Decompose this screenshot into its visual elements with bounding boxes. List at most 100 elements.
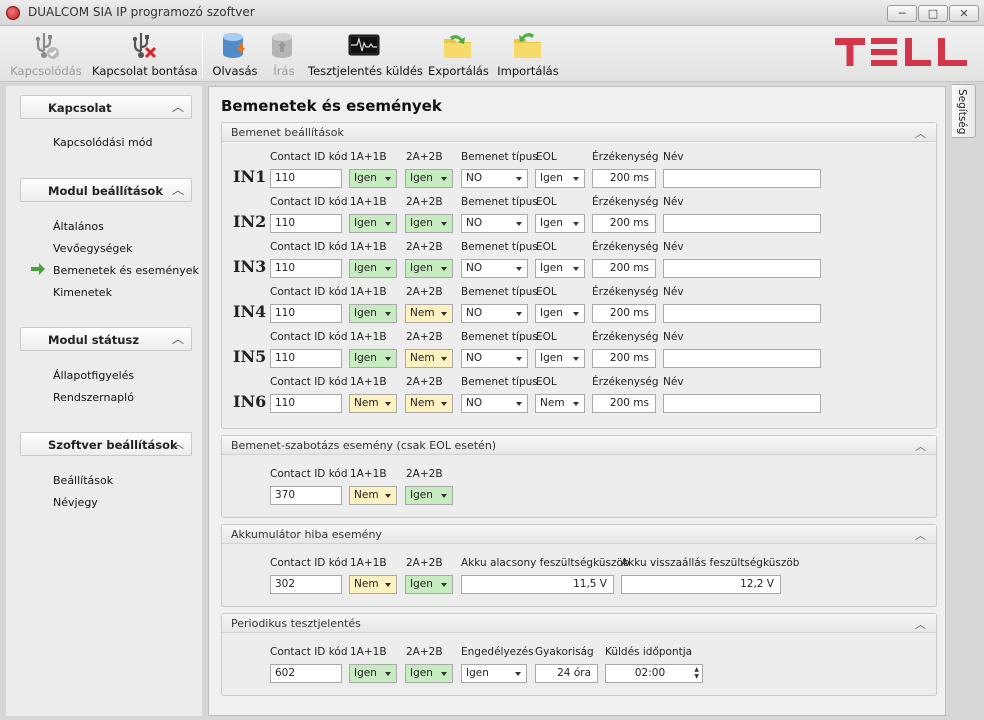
eol-select[interactable]: Nem xyxy=(535,394,585,413)
write-button[interactable]: Írás xyxy=(262,28,306,80)
input-type-select[interactable]: NO xyxy=(461,304,528,323)
contact-id-input[interactable]: 110 xyxy=(270,169,342,188)
eol-select[interactable]: Igen xyxy=(535,304,585,323)
help-tab[interactable]: Segítség xyxy=(952,84,976,138)
export-button[interactable]: Exportálás xyxy=(428,28,489,80)
sidebar-item-outputs[interactable]: Kimenetek xyxy=(53,286,112,299)
battery-2a2b-select[interactable]: Igen xyxy=(405,575,453,594)
periodic-time-input[interactable]: 02:00 ▲ ▼ xyxy=(605,664,703,683)
app-icon xyxy=(6,6,20,20)
sabotage-cid-input[interactable]: 370 xyxy=(270,486,342,505)
group-header[interactable]: Bemenet-szabotázs esemény (csak EOL eset… xyxy=(222,436,936,455)
input-type-select[interactable]: NO xyxy=(461,214,528,233)
2a2b-select[interactable]: Nem xyxy=(405,394,453,413)
sidebar-section-module-settings[interactable]: Modul beállítások ︿ xyxy=(20,178,192,202)
sensitivity-input[interactable]: 200 ms xyxy=(592,394,656,413)
battery-1a1b-select[interactable]: Nem xyxy=(349,575,397,594)
name-input[interactable] xyxy=(663,169,821,188)
input-type-select[interactable]: NO xyxy=(461,259,528,278)
name-input[interactable] xyxy=(663,214,821,233)
sabotage-1a1b-select[interactable]: Nem xyxy=(349,486,397,505)
sidebar-item-about[interactable]: Névjegy xyxy=(53,496,98,509)
2a2b-header: 2A+2B xyxy=(406,241,443,253)
frequency-label: Gyakoriság xyxy=(535,646,594,658)
test-report-button[interactable]: Tesztjelentés küldés xyxy=(308,28,423,80)
sidebar-item-status-monitor[interactable]: Állapotfigyelés xyxy=(53,369,134,382)
name-input[interactable] xyxy=(663,349,821,368)
1a1b-select[interactable]: Igen xyxy=(349,169,397,188)
2a2b-select[interactable]: Nem xyxy=(405,304,453,323)
group-header[interactable]: Bemenet beállítások ︿ xyxy=(222,123,936,142)
eol-select[interactable]: Igen xyxy=(535,259,585,278)
sidebar-item-inputs-events[interactable]: Bemenetek és események xyxy=(53,264,199,277)
eol-select[interactable]: Igen xyxy=(535,169,585,188)
group-header[interactable]: Periodikus tesztjelentés ︿ xyxy=(222,614,936,633)
spinner-icon[interactable]: ▲ ▼ xyxy=(694,666,699,680)
group-header[interactable]: Akkumulátor hiba esemény ︿ xyxy=(222,525,936,544)
sensitivity-input[interactable]: 200 ms xyxy=(592,169,656,188)
2a2b-select[interactable]: Igen xyxy=(405,214,453,233)
minimize-button[interactable]: ─ xyxy=(887,5,917,22)
eol-select[interactable]: Igen xyxy=(535,349,585,368)
sensitivity-input[interactable]: 200 ms xyxy=(592,349,656,368)
periodic-1a1b-select[interactable]: Igen xyxy=(349,664,397,683)
1a1b-select[interactable]: Igen xyxy=(349,214,397,233)
2a2b-header: 2A+2B xyxy=(406,151,443,163)
1a1b-select[interactable]: Igen xyxy=(349,349,397,368)
contact-id-input[interactable]: 110 xyxy=(270,214,342,233)
battery-cid-input[interactable]: 302 xyxy=(270,575,342,594)
1a1b-select[interactable]: Igen xyxy=(349,259,397,278)
sidebar-item-connection-mode[interactable]: Kapcsolódási mód xyxy=(53,136,152,149)
sensitivity-input[interactable]: 200 ms xyxy=(592,304,656,323)
input-type-header: Bemenet típus xyxy=(461,196,538,208)
2a2b-select[interactable]: Igen xyxy=(405,259,453,278)
sensitivity-input[interactable]: 200 ms xyxy=(592,259,656,278)
battery-low-threshold-input[interactable]: 11,5 V xyxy=(461,575,614,594)
sidebar-section-module-status[interactable]: Modul státusz ︿ xyxy=(20,327,192,351)
periodic-frequency-input[interactable]: 24 óra xyxy=(535,664,598,683)
contact-id-input[interactable]: 110 xyxy=(270,394,342,413)
connect-button[interactable]: Kapcsolódás xyxy=(8,28,84,80)
name-input[interactable] xyxy=(663,304,821,323)
input-type-header: Bemenet típus xyxy=(461,376,538,388)
sidebar-item-settings[interactable]: Beállítások xyxy=(53,474,113,487)
collapse-icon: ︿ xyxy=(915,529,926,542)
1a1b-header: 1A+1B xyxy=(350,196,387,208)
maximize-button[interactable]: □ xyxy=(918,5,948,22)
sidebar-section-software-settings[interactable]: Szoftver beállítások ︿ xyxy=(20,432,192,456)
sidebar-item-general[interactable]: Általános xyxy=(53,220,104,233)
1a1b-select[interactable]: Nem xyxy=(349,394,397,413)
sidebar-item-receivers[interactable]: Vevőegységek xyxy=(53,242,133,255)
sidebar-item-system-log[interactable]: Rendszernapló xyxy=(53,391,134,404)
active-arrow-icon xyxy=(31,263,45,275)
sensitivity-input[interactable]: 200 ms xyxy=(592,214,656,233)
2a2b-label: 2A+2B xyxy=(406,468,443,480)
battery-restore-threshold-input[interactable]: 12,2 V xyxy=(621,575,781,594)
2a2b-select[interactable]: Igen xyxy=(405,169,453,188)
contact-id-input[interactable]: 110 xyxy=(270,259,342,278)
folder-import-icon xyxy=(514,33,541,58)
input-type-select[interactable]: NO xyxy=(461,169,528,188)
periodic-2a2b-select[interactable]: Igen xyxy=(405,664,453,683)
sabotage-group: Bemenet-szabotázs esemény (csak EOL eset… xyxy=(221,435,937,518)
2a2b-select[interactable]: Nem xyxy=(405,349,453,368)
name-header: Név xyxy=(663,286,684,298)
close-button[interactable]: ✕ xyxy=(949,5,979,22)
contact-id-input[interactable]: 110 xyxy=(270,304,342,323)
name-input[interactable] xyxy=(663,394,821,413)
chevron-up-icon: ︿ xyxy=(171,437,184,451)
input-type-select[interactable]: NO xyxy=(461,349,528,368)
1a1b-select[interactable]: Igen xyxy=(349,304,397,323)
sidebar-section-connection[interactable]: Kapcsolat ︿ xyxy=(20,95,192,119)
sabotage-2a2b-select[interactable]: Igen xyxy=(405,486,453,505)
disconnect-button[interactable]: Kapcsolat bontása xyxy=(92,28,198,80)
eol-select[interactable]: Igen xyxy=(535,214,585,233)
import-button[interactable]: Importálás xyxy=(496,28,560,80)
periodic-cid-input[interactable]: 602 xyxy=(270,664,342,683)
input-type-select[interactable]: NO xyxy=(461,394,528,413)
periodic-enable-select[interactable]: Igen xyxy=(461,664,527,683)
contact-id-input[interactable]: 110 xyxy=(270,349,342,368)
read-button[interactable]: Olvasás xyxy=(210,28,260,80)
name-input[interactable] xyxy=(663,259,821,278)
connect-label: Kapcsolódás xyxy=(10,64,82,78)
